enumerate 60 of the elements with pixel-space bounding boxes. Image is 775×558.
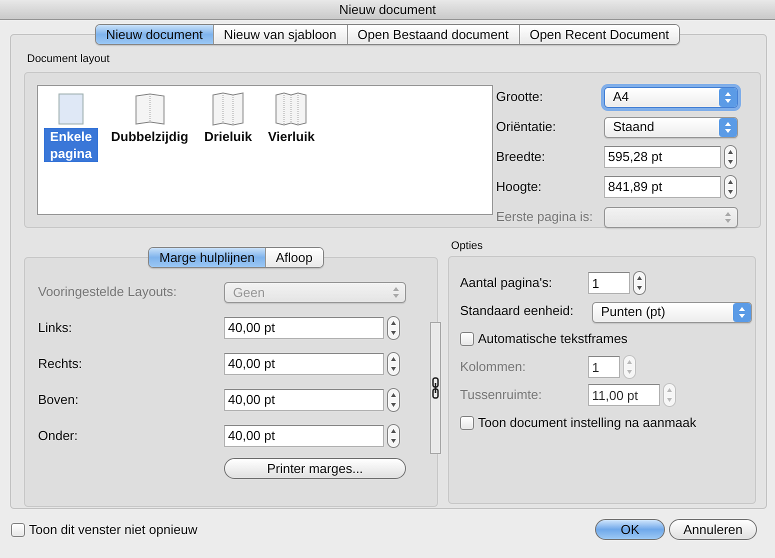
dialog-button[interactable]: Annuleren — [669, 519, 757, 540]
field-label: Aantal pagina's: — [460, 274, 554, 292]
input-field[interactable]: 841,89 pt — [604, 176, 721, 198]
checkbox-label: Automatische tekstframes — [478, 330, 628, 348]
checkbox[interactable] — [460, 332, 474, 346]
checkbox-label: Toon dit venster niet opnieuw — [29, 520, 198, 539]
dropdown[interactable]: Punten (pt) — [592, 302, 752, 322]
checkbox[interactable] — [460, 416, 474, 430]
dropdown[interactable]: Staand — [604, 116, 738, 138]
link-toggle-button[interactable] — [430, 322, 441, 454]
tab[interactable]: Afloop — [264, 248, 323, 266]
page-layout-icon[interactable] — [274, 92, 308, 126]
stepper-button[interactable] — [633, 271, 646, 295]
window-title: Nieuw document — [0, 0, 775, 20]
input-field[interactable]: 40,00 pt — [224, 316, 384, 338]
field-label: Tussenruimte: — [460, 386, 543, 404]
field-label: Standaard eenheid: — [460, 302, 574, 320]
checkbox[interactable] — [11, 522, 25, 536]
page-layout-icon[interactable] — [211, 92, 246, 126]
layout-label[interactable]: Enkele pagina — [44, 128, 98, 162]
stepper-button[interactable] — [387, 352, 400, 376]
field-label: Links: — [38, 318, 73, 336]
field-label: Kolommen: — [460, 358, 527, 376]
tab[interactable]: Open Recent Document — [518, 25, 680, 44]
page-layout-icon[interactable] — [132, 92, 167, 126]
tab[interactable]: Marge hulplijnen — [149, 248, 265, 266]
field-label: Oriëntatie: — [496, 118, 557, 136]
checkbox-label: Toon document instelling na aanmaak — [478, 414, 696, 432]
updown-arrows-icon — [733, 302, 751, 322]
field-label: Onder: — [38, 426, 79, 444]
input-field[interactable]: 595,28 pt — [604, 146, 721, 168]
input-field[interactable]: 40,00 pt — [224, 352, 384, 374]
stepper-button[interactable] — [724, 174, 737, 198]
field-label: Breedte: — [496, 148, 546, 166]
chain-icon — [431, 376, 440, 398]
input-field[interactable]: 1 — [588, 272, 630, 294]
layout-label[interactable]: Drieluik — [201, 128, 255, 144]
dialog-button[interactable]: OK — [595, 519, 665, 540]
stepper-button[interactable] — [724, 144, 737, 168]
updown-arrows-icon — [719, 118, 737, 136]
section-label: Document layout — [27, 52, 111, 67]
field-label: Grootte: — [496, 88, 544, 106]
field-label: Vooringestelde Layouts: — [38, 282, 178, 301]
field-label: Rechts: — [38, 354, 84, 372]
tab[interactable]: Open Bestaand document — [346, 25, 519, 44]
updown-arrows-icon — [719, 88, 737, 106]
input-field[interactable]: 40,00 pt — [224, 424, 384, 446]
tab[interactable]: Nieuw van sjabloon — [212, 25, 347, 44]
field-label: Boven: — [38, 390, 80, 408]
field-label: Eerste pagina is: — [496, 208, 594, 226]
layout-label[interactable]: Vierluik — [264, 128, 318, 144]
stepper-button[interactable] — [387, 316, 400, 340]
field-label: Hoogte: — [496, 178, 543, 196]
stepper-button[interactable] — [387, 388, 400, 412]
section-label: Opties — [451, 238, 484, 254]
tab[interactable]: Nieuw document — [96, 25, 213, 44]
stepper-button[interactable] — [387, 424, 400, 448]
layout-label[interactable]: Dubbelzijdig — [108, 128, 192, 144]
printer-margins-button[interactable]: Printer marges... — [224, 458, 406, 478]
input-field[interactable]: 40,00 pt — [224, 388, 384, 410]
